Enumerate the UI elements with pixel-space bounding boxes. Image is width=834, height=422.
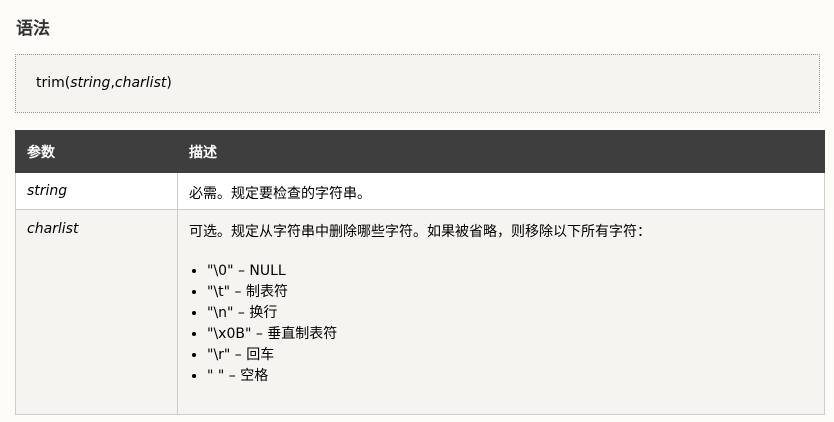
list-item: "\0" – NULL xyxy=(207,261,813,282)
list-item: "\x0B" – 垂直制表符 xyxy=(207,324,813,345)
list-item: "\t" – 制表符 xyxy=(207,282,813,303)
param-name: string xyxy=(27,183,68,199)
code-func: trim( xyxy=(36,75,71,91)
char-list: "\0" – NULL "\t" – 制表符 "\n" – 换行 "\x0B" … xyxy=(189,261,813,387)
syntax-code-box: trim(string,charlist) xyxy=(15,54,820,113)
syntax-code: trim(string,charlist) xyxy=(36,75,172,91)
table-header-row: 参数 描述 xyxy=(15,130,825,173)
desc-cell: 必需。规定要检查的字符串。 xyxy=(177,172,825,210)
code-arg-charlist: charlist xyxy=(114,75,167,91)
page: 语法 trim(string,charlist) 参数 描述 string 必需… xyxy=(0,0,834,422)
header-desc: 描述 xyxy=(177,130,825,173)
code-close: ) xyxy=(166,75,172,91)
param-cell: string xyxy=(15,172,178,210)
param-cell: charlist xyxy=(15,209,178,415)
desc-cell: 可选。规定从字符串中删除哪些字符。如果被省略，则移除以下所有字符： "\0" –… xyxy=(177,209,825,415)
section-heading: 语法 xyxy=(16,19,50,39)
header-param: 参数 xyxy=(15,130,178,173)
code-arg-string: string xyxy=(70,75,111,91)
list-item: " " – 空格 xyxy=(207,366,813,387)
list-item: "\r" – 回车 xyxy=(207,345,813,366)
desc-text: 可选。规定从字符串中删除哪些字符。如果被省略，则移除以下所有字符： xyxy=(189,224,651,240)
table-row: charlist 可选。规定从字符串中删除哪些字符。如果被省略，则移除以下所有字… xyxy=(15,209,825,415)
parameter-table: 参数 描述 string 必需。规定要检查的字符串。 charlist 可选。规… xyxy=(15,130,825,415)
list-item: "\n" – 换行 xyxy=(207,303,813,324)
param-name: charlist xyxy=(27,221,79,237)
table-row: string 必需。规定要检查的字符串。 xyxy=(15,172,825,210)
